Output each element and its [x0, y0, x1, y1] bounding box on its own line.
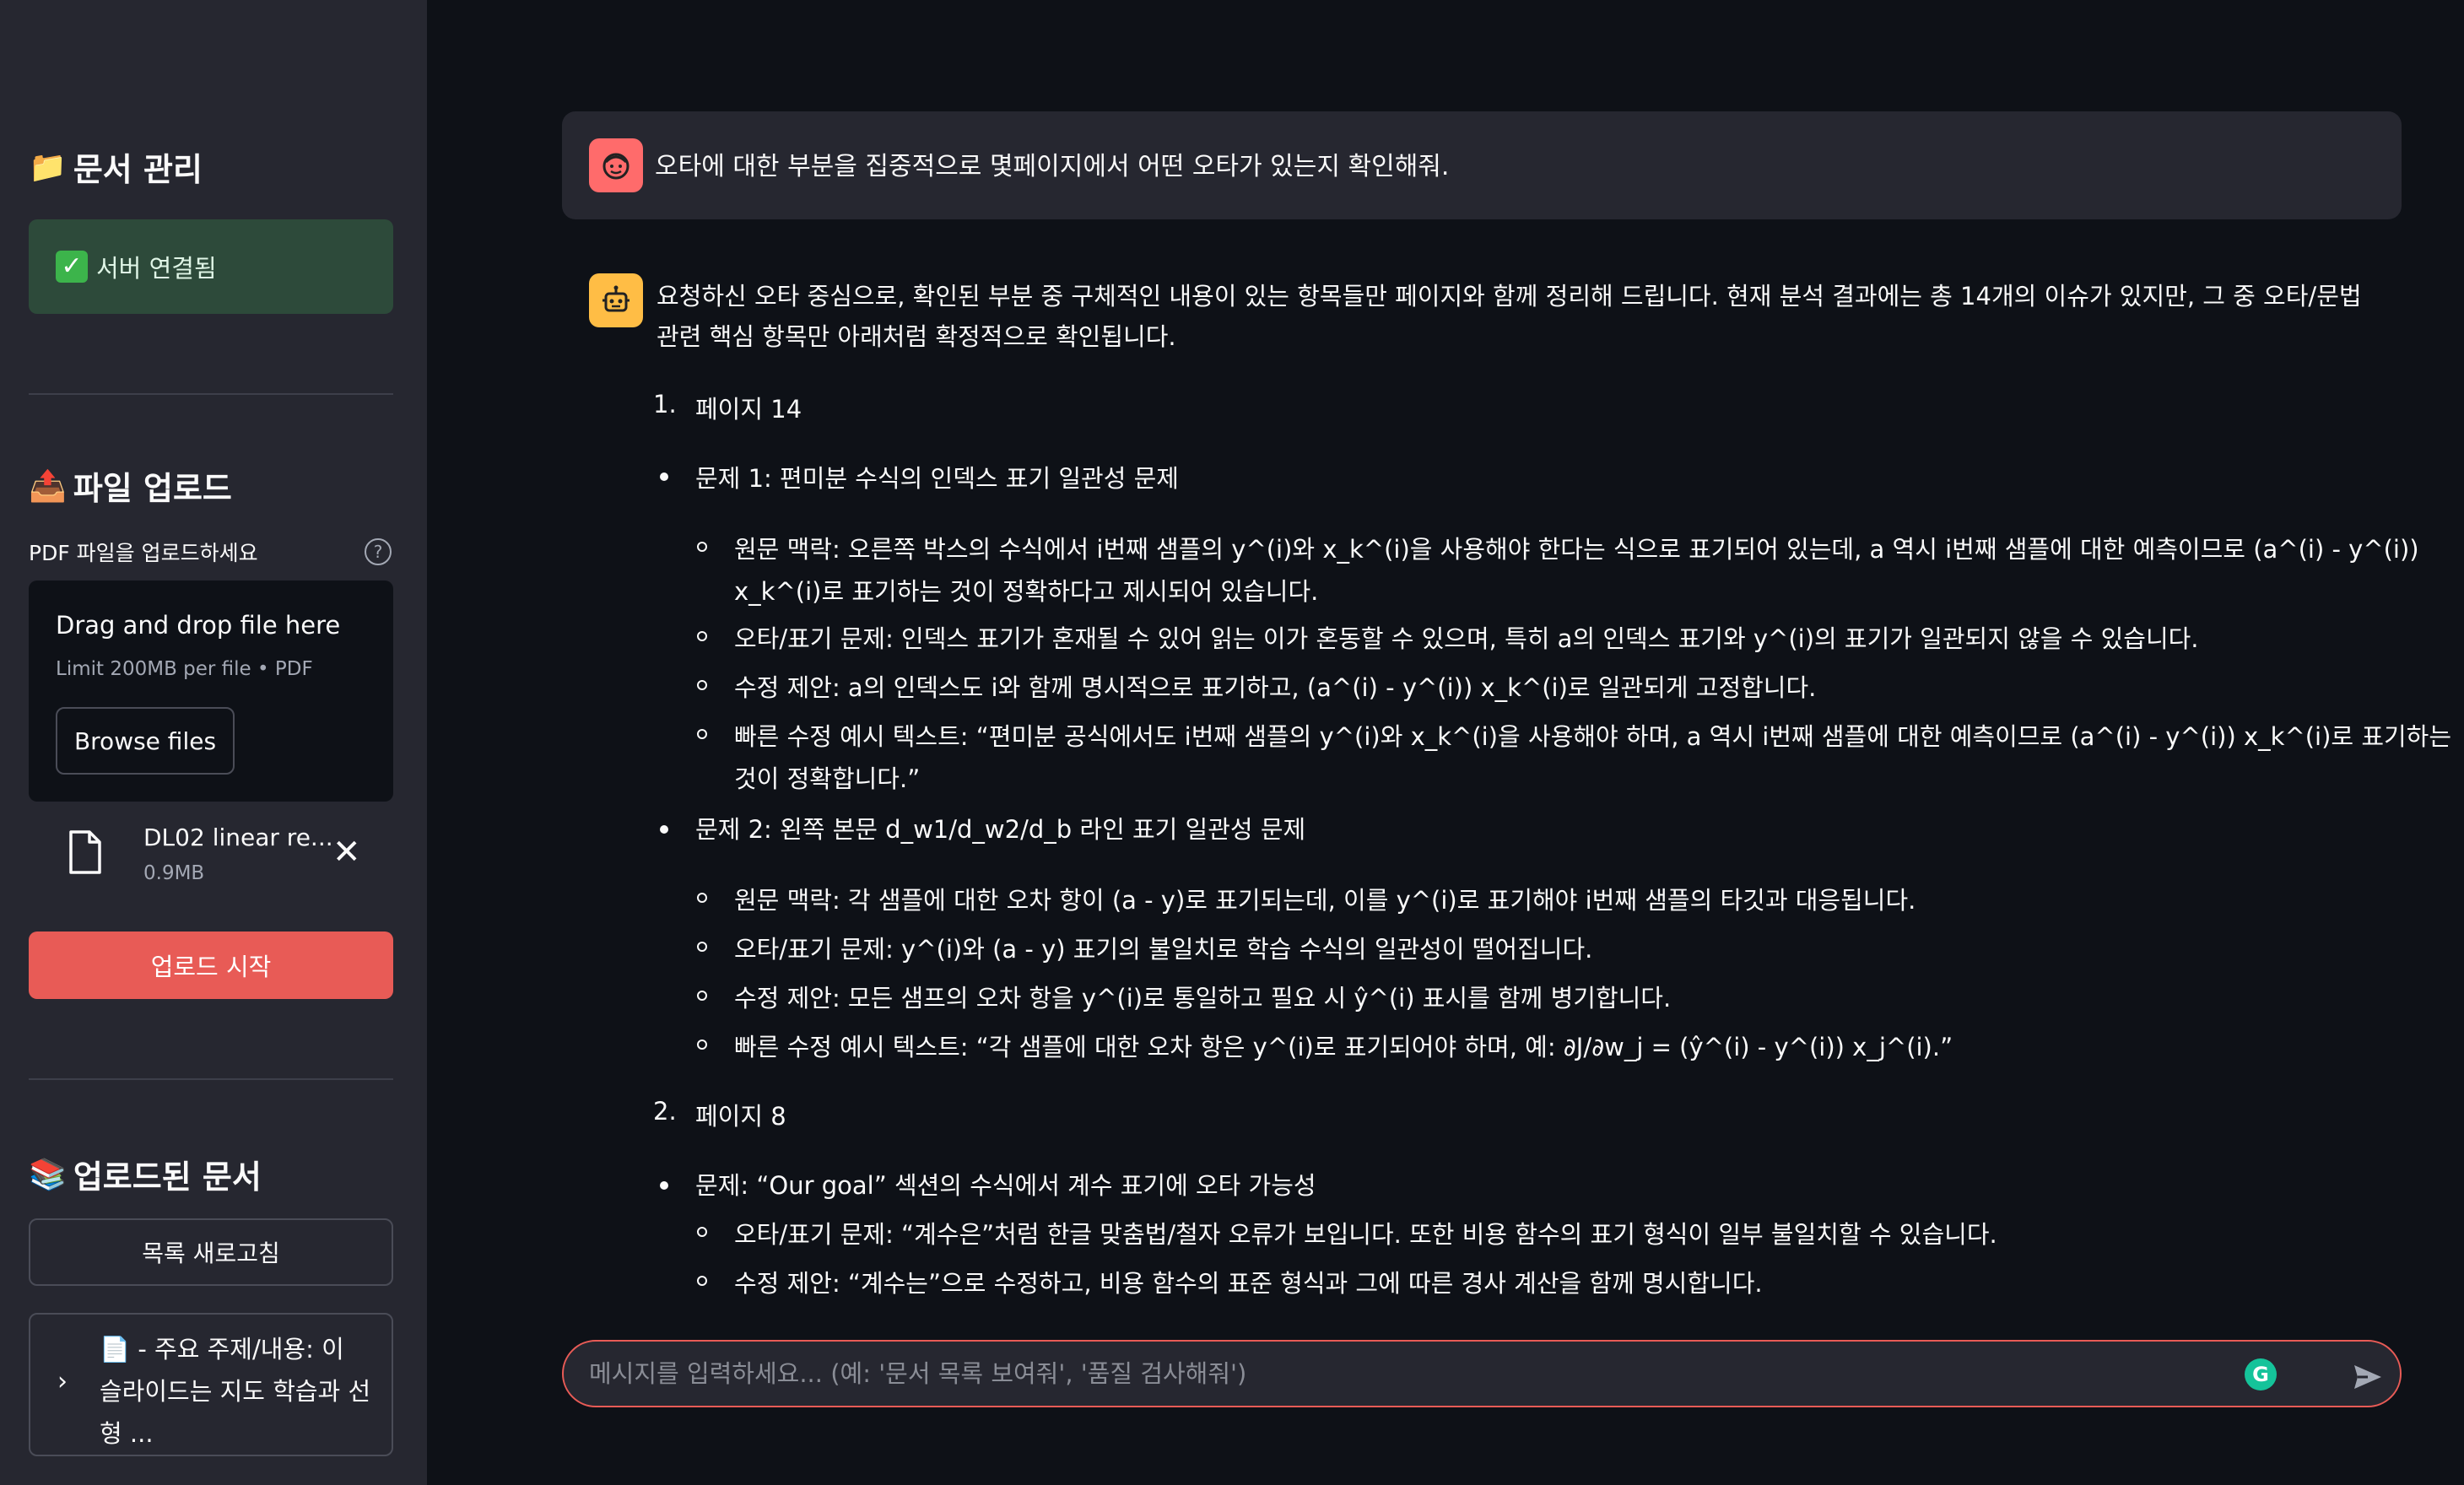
chevron-right-icon[interactable]: › — [57, 1367, 68, 1396]
problem-title: 문제 1: 편미분 수식의 인덱스 표기 일관성 문제 — [695, 464, 1179, 493]
sidebar: 📁 문서 관리 ✓ 서버 연결됨 📤 파일 업로드 PDF 파일을 업로드하세요… — [0, 0, 427, 1485]
grammarly-icon[interactable]: G — [2245, 1358, 2277, 1390]
divider — [29, 1078, 393, 1080]
sub-bullet — [697, 680, 707, 690]
intro-line: 관련 핵심 항목만 아래처럼 확정적으로 확인됩니다. — [657, 322, 1176, 351]
file-name: DL02 linear re... — [143, 824, 333, 851]
close-icon[interactable]: ✕ — [332, 835, 361, 869]
robot-icon — [589, 273, 643, 327]
section-number: 2. — [653, 1097, 677, 1126]
chat-input-container: G — [562, 1340, 2402, 1407]
outbox-tray-icon: 📤 — [29, 468, 67, 504]
user-face-icon — [589, 138, 643, 192]
sub-bullet — [697, 1276, 707, 1286]
upload-start-button[interactable]: 업로드 시작 — [29, 932, 393, 999]
user-message: 오타에 대한 부분을 집중적으로 몇페이지에서 어떤 오타가 있는지 확인해줘. — [562, 111, 2402, 219]
check-icon: ✓ — [56, 251, 88, 283]
help-icon[interactable]: ? — [365, 538, 392, 565]
sub-bullet — [697, 1227, 707, 1237]
bullet — [660, 472, 668, 481]
divider — [29, 393, 393, 395]
section-title: 페이지 14 — [695, 395, 802, 424]
document-summary: 📄 - 주요 주제/내용: 이 슬라이드는 지도 학습과 선 형 ... — [100, 1335, 371, 1448]
list-item: 오타/표기 문제: “계수은”처럼 한글 맞춤법/철자 오류가 보입니다. 또한… — [734, 1220, 1997, 1249]
sub-bullet — [697, 942, 707, 952]
intro-line: 요청하신 오타 중심으로, 확인된 부분 중 구체적인 내용이 있는 항목들만 … — [657, 282, 2362, 310]
list-item: 빠른 수정 예시 텍스트: “각 샘플에 대한 오차 항은 y^(i)로 표기되… — [734, 1033, 1953, 1061]
books-icon: 📚 — [29, 1157, 67, 1192]
folder-icon: 📁 — [29, 149, 67, 185]
problem-title: 문제: “Our goal” 섹션의 수식에서 계수 표기에 오타 가능성 — [695, 1171, 1316, 1200]
bullet — [660, 1181, 668, 1190]
list-item: x_k^(i)로 표기하는 것이 정확하다고 제시되어 있습니다. — [734, 577, 1319, 606]
bullet — [660, 825, 668, 834]
sub-bullet — [697, 729, 707, 739]
doc-mgmt-heading: 📁 문서 관리 — [29, 149, 203, 189]
sub-bullet — [697, 542, 707, 552]
list-item: 원문 맥락: 오른쪽 박스의 수식에서 i번째 샘플의 y^(i)와 x_k^(… — [734, 535, 2419, 564]
list-item: 원문 맥락: 각 샘플에 대한 오차 항이 (a - y)로 표기되는데, 이를… — [734, 886, 1916, 915]
sub-bullet — [697, 631, 707, 641]
chat-input[interactable] — [589, 1342, 2192, 1406]
section-title: 페이지 8 — [695, 1102, 786, 1131]
file-size: 0.9MB — [143, 862, 205, 884]
file-icon — [69, 830, 101, 874]
file-dropzone[interactable]: Drag and drop file here Limit 200MB per … — [29, 580, 393, 802]
uploaded-file-row: DL02 linear re... 0.9MB ✕ — [29, 818, 393, 894]
browse-files-button[interactable]: Browse files — [56, 707, 235, 775]
dropzone-title: Drag and drop file here — [56, 611, 341, 640]
list-item: 오타/표기 문제: 인덱스 표기가 혼재될 수 있어 읽는 이가 혼동할 수 있… — [734, 624, 2199, 653]
upload-label: PDF 파일을 업로드하세요 — [29, 541, 258, 565]
server-status-alert: ✓ 서버 연결됨 — [29, 219, 393, 314]
upload-heading: 📤 파일 업로드 — [29, 468, 232, 508]
list-item: 수정 제안: a의 인덱스도 i와 함께 명시적으로 표기하고, (a^(i) … — [734, 673, 1817, 702]
uploaded-docs-heading: 📚 업로드된 문서 — [29, 1157, 262, 1196]
sub-bullet — [697, 1040, 707, 1050]
send-icon[interactable] — [2351, 1360, 2385, 1394]
dropzone-limit: Limit 200MB per file • PDF — [56, 658, 313, 680]
refresh-list-button[interactable]: 목록 새로고침 — [29, 1218, 393, 1286]
section-number: 1. — [653, 390, 677, 418]
sub-bullet — [697, 893, 707, 903]
list-item: 빠른 수정 예시 텍스트: “편미분 공식에서도 i번째 샘플의 y^(i)와 … — [734, 722, 2452, 751]
list-item: 오타/표기 문제: y^(i)와 (a - y) 표기의 불일치로 학습 수식의… — [734, 935, 1593, 964]
problem-title: 문제 2: 왼쪽 본문 d_w1/d_w2/d_b 라인 표기 일관성 문제 — [695, 815, 1306, 844]
list-item: 수정 제안: 모든 샘프의 오차 항을 y^(i)로 통일하고 필요 시 ŷ^(… — [734, 984, 1672, 1012]
document-expander[interactable]: › 📄 - 주요 주제/내용: 이 슬라이드는 지도 학습과 선 형 ... — [29, 1313, 393, 1456]
user-message-text: 오타에 대한 부분을 집중적으로 몇페이지에서 어떤 오타가 있는지 확인해줘. — [655, 152, 1450, 181]
server-status-text: 서버 연결됨 — [96, 254, 217, 283]
list-item: 수정 제안: “계수는”으로 수정하고, 비용 함수의 표준 형식과 그에 따른… — [734, 1269, 1763, 1298]
sub-bullet — [697, 991, 707, 1001]
list-item: 것이 정확합니다.” — [734, 764, 921, 793]
